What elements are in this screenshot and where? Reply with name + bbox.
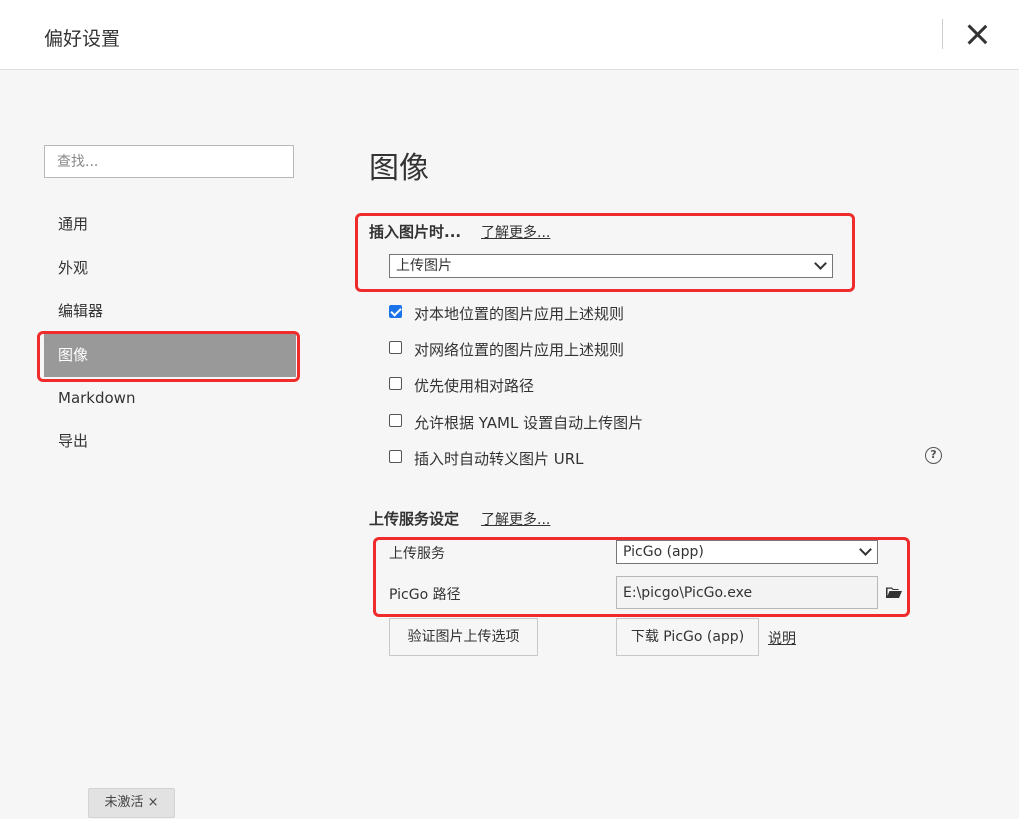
- checkbox-icon[interactable]: [389, 450, 402, 463]
- sidebar-item-markdown[interactable]: Markdown: [44, 376, 296, 420]
- sidebar-item-image[interactable]: 图像: [44, 333, 296, 377]
- chevron-down-icon: [859, 543, 872, 556]
- chevron-down-icon: [814, 257, 827, 270]
- option-label: 优先使用相对路径: [414, 377, 535, 395]
- picgo-path-label: PicGo 路径: [389, 587, 461, 603]
- sidebar-item-appearance[interactable]: 外观: [44, 246, 296, 290]
- search-input[interactable]: [44, 145, 294, 178]
- upload-service-value: PicGo (app): [623, 544, 704, 560]
- option-label: 插入时自动转义图片 URL: [414, 450, 584, 468]
- insert-image-label: 插入图片时...: [369, 223, 462, 241]
- verify-upload-button[interactable]: 验证图片上传选项: [389, 618, 538, 656]
- checkbox-checked-icon[interactable]: [389, 305, 402, 318]
- upload-service-label: 上传服务: [389, 546, 445, 562]
- page-title: 图像: [369, 151, 429, 186]
- window-title: 偏好设置: [44, 28, 121, 50]
- insert-action-value: 上传图片: [396, 258, 452, 274]
- picgo-path-input[interactable]: [616, 576, 878, 609]
- title-bar: 偏好设置: [0, 0, 1019, 70]
- sidebar-item-editor[interactable]: 编辑器: [44, 289, 296, 333]
- insert-learn-more-link[interactable]: 了解更多...: [481, 222, 550, 242]
- close-icon[interactable]: [962, 21, 992, 51]
- checkbox-icon[interactable]: [389, 341, 402, 354]
- option-label: 对网络位置的图片应用上述规则: [414, 341, 625, 359]
- title-separator: [942, 19, 943, 49]
- checkbox-icon[interactable]: [389, 377, 402, 390]
- sidebar-item-export[interactable]: 导出: [44, 419, 296, 463]
- insert-action-select[interactable]: 上传图片: [389, 254, 833, 278]
- upload-learn-more-link[interactable]: 了解更多...: [481, 509, 550, 529]
- checkbox-icon[interactable]: [389, 414, 402, 427]
- help-icon[interactable]: ?: [925, 447, 942, 464]
- sidebar-item-general[interactable]: 通用: [44, 202, 296, 246]
- option-label: 允许根据 YAML 设置自动上传图片: [414, 414, 644, 432]
- download-picgo-button[interactable]: 下载 PicGo (app): [616, 618, 759, 656]
- option-label: 对本地位置的图片应用上述规则: [414, 305, 625, 323]
- explain-link[interactable]: 说明: [768, 628, 796, 648]
- folder-icon[interactable]: [886, 586, 902, 599]
- upload-settings-label: 上传服务设定: [369, 510, 460, 528]
- status-badge[interactable]: 未激活 ×: [88, 788, 175, 818]
- upload-service-select[interactable]: PicGo (app): [616, 540, 878, 564]
